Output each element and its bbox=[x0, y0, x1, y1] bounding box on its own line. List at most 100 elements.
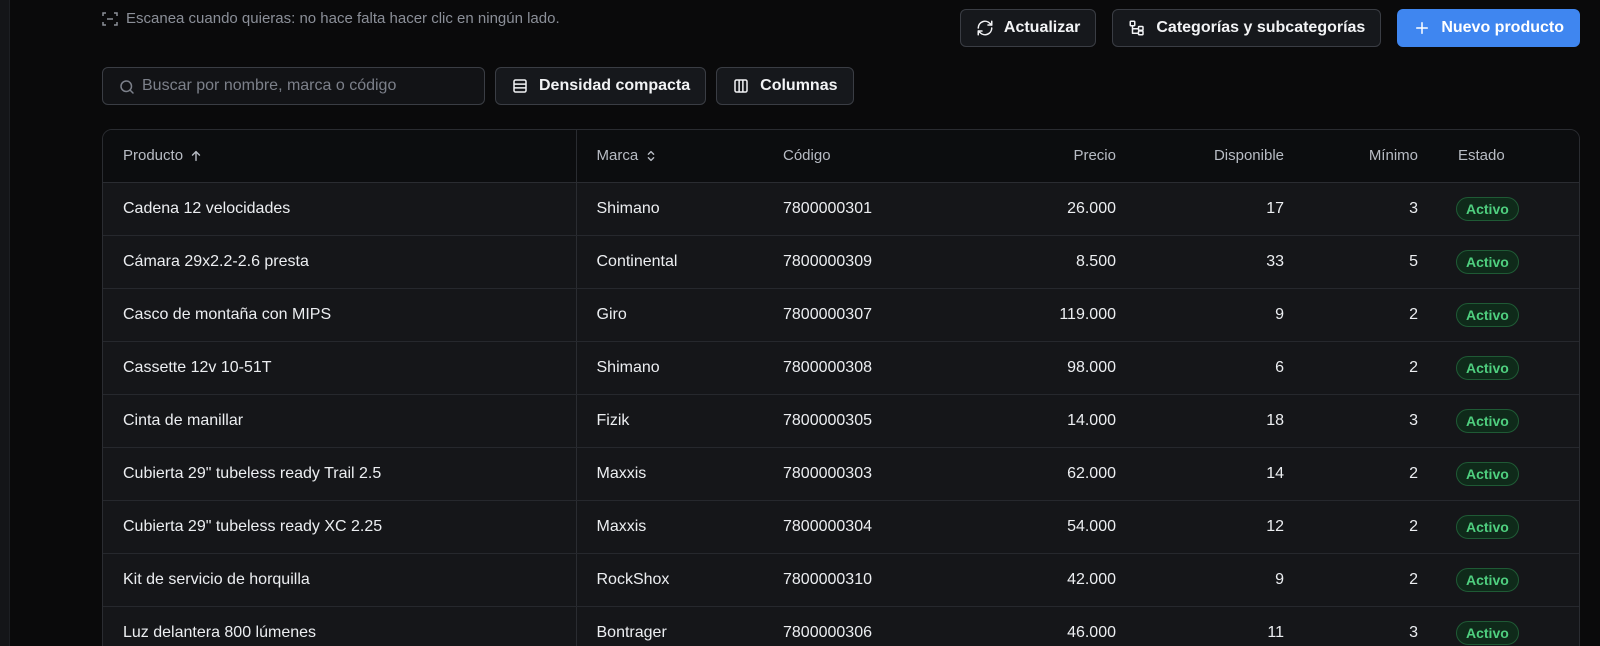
status-badge: Activo bbox=[1456, 302, 1519, 327]
categories-label: Categorías y subcategorías bbox=[1156, 19, 1366, 36]
header-brand-label: Marca bbox=[596, 147, 639, 165]
cell-available: 33 bbox=[1134, 235, 1302, 289]
cell-minimum: 3 bbox=[1302, 606, 1436, 646]
cell-price: 26.000 bbox=[950, 182, 1134, 236]
cell-code: 7800000308 bbox=[763, 341, 950, 395]
cell-status: Activo bbox=[1436, 288, 1579, 342]
cell-status: Activo bbox=[1436, 235, 1579, 289]
columns-icon bbox=[734, 79, 748, 93]
chevron-up-down-icon bbox=[647, 150, 655, 161]
cell-code: 7800000304 bbox=[763, 500, 950, 554]
cell-status: Activo bbox=[1436, 394, 1579, 448]
cell-code: 7800000309 bbox=[763, 235, 950, 289]
new-product-button[interactable]: Nuevo producto bbox=[1397, 9, 1580, 47]
status-badge: Activo bbox=[1456, 620, 1519, 645]
cell-brand: Continental bbox=[576, 235, 763, 289]
cell-product: Luz delantera 800 lúmenes bbox=[103, 606, 577, 646]
table-row[interactable]: Casco de montaña con MIPS Giro 7800000307 1… bbox=[103, 288, 1579, 342]
cell-price: 46.000 bbox=[950, 606, 1134, 646]
cell-status: Activo bbox=[1436, 553, 1579, 607]
cell-product: Kit de servicio de horquilla bbox=[103, 553, 577, 607]
cell-minimum: 2 bbox=[1302, 288, 1436, 342]
status-badge: Activo bbox=[1456, 249, 1519, 274]
cell-code: 7800000303 bbox=[763, 447, 950, 501]
table-toolbar: Densidad compacta Columnas bbox=[102, 67, 854, 105]
cell-minimum: 2 bbox=[1302, 341, 1436, 395]
cell-price: 98.000 bbox=[950, 341, 1134, 395]
density-button[interactable]: Densidad compacta bbox=[495, 67, 707, 105]
cell-available: 14 bbox=[1134, 447, 1302, 501]
cell-status: Activo bbox=[1436, 182, 1579, 236]
cell-available: 11 bbox=[1134, 606, 1302, 646]
columns-button[interactable]: Columnas bbox=[716, 67, 854, 105]
refresh-button[interactable]: Actualizar bbox=[959, 9, 1097, 47]
table-row[interactable]: Cámara 29x2.2-2.6 presta Continental 78000… bbox=[103, 235, 1579, 289]
table-header-row: Producto Marca Código Precio Disponible … bbox=[103, 130, 1579, 183]
cell-minimum: 3 bbox=[1302, 394, 1436, 448]
table-row[interactable]: Cubierta 29" tubeless ready Trail 2.5 Max… bbox=[103, 447, 1579, 501]
table-row[interactable]: Kit de servicio de horquilla RockShox 7800… bbox=[103, 553, 1579, 607]
refresh-label: Actualizar bbox=[1003, 19, 1081, 36]
cell-minimum: 2 bbox=[1302, 447, 1436, 501]
cell-product: Cassette 12v 10-51T bbox=[103, 341, 577, 395]
status-badge: Activo bbox=[1456, 461, 1519, 486]
table-row[interactable]: Cubierta 29" tubeless ready XC 2.25 Maxxi… bbox=[103, 500, 1579, 554]
cell-brand: Shimano bbox=[576, 341, 763, 395]
cell-status: Activo bbox=[1436, 447, 1579, 501]
category-tree-icon bbox=[1129, 20, 1145, 36]
header-minimum[interactable]: Mínimo bbox=[1302, 130, 1436, 183]
table-body: Cadena 12 velocidades Shimano 7800000301 26… bbox=[103, 182, 1579, 646]
cell-brand: Bontrager bbox=[576, 606, 763, 646]
cell-brand: Maxxis bbox=[576, 500, 763, 554]
cell-price: 54.000 bbox=[950, 500, 1134, 554]
cell-minimum: 2 bbox=[1302, 500, 1436, 554]
status-badge: Activo bbox=[1456, 355, 1519, 380]
status-badge: Activo bbox=[1456, 196, 1519, 221]
categories-button[interactable]: Categorías y subcategorías bbox=[1112, 9, 1382, 47]
header-code[interactable]: Código bbox=[763, 130, 950, 183]
cell-available: 6 bbox=[1134, 341, 1302, 395]
cell-price: 42.000 bbox=[950, 553, 1134, 607]
search-input[interactable] bbox=[103, 68, 484, 104]
scan-icon bbox=[102, 11, 118, 26]
table-row[interactable]: Cassette 12v 10-51T Shimano 7800000308 98.0… bbox=[103, 341, 1579, 395]
cell-product: Cinta de manillar bbox=[103, 394, 577, 448]
cell-brand: Shimano bbox=[576, 182, 763, 236]
top-actions: Actualizar Categorías y subcategorías Nu… bbox=[959, 9, 1580, 47]
header-status[interactable]: Estado bbox=[1436, 130, 1579, 183]
table-row[interactable]: Luz delantera 800 lúmenes Bontrager 780000… bbox=[103, 606, 1579, 646]
cell-code: 7800000310 bbox=[763, 553, 950, 607]
cell-status: Activo bbox=[1436, 341, 1579, 395]
cell-brand: Maxxis bbox=[576, 447, 763, 501]
cell-status: Activo bbox=[1436, 606, 1579, 646]
table-row[interactable]: Cadena 12 velocidades Shimano 7800000301 26… bbox=[103, 182, 1579, 236]
arrow-up-icon bbox=[191, 150, 201, 161]
cell-available: 18 bbox=[1134, 394, 1302, 448]
cell-available: 9 bbox=[1134, 553, 1302, 607]
cell-available: 12 bbox=[1134, 500, 1302, 554]
sidebar-edge bbox=[0, 0, 10, 646]
new-product-label: Nuevo producto bbox=[1441, 19, 1564, 36]
cell-product: Cubierta 29" tubeless ready Trail 2.5 bbox=[103, 447, 577, 501]
inventory-page: Escanea cuando quieras: no hace falta ha… bbox=[0, 0, 1600, 646]
density-label: Densidad compacta bbox=[539, 77, 691, 94]
header-price[interactable]: Precio bbox=[950, 130, 1134, 183]
rows-icon bbox=[513, 79, 527, 93]
cell-available: 9 bbox=[1134, 288, 1302, 342]
cell-product: Cubierta 29" tubeless ready XC 2.25 bbox=[103, 500, 577, 554]
status-badge: Activo bbox=[1456, 567, 1519, 592]
cell-status: Activo bbox=[1436, 500, 1579, 554]
header-brand[interactable]: Marca bbox=[576, 130, 763, 183]
cell-minimum: 5 bbox=[1302, 235, 1436, 289]
columns-label: Columnas bbox=[760, 77, 838, 94]
table-row[interactable]: Cinta de manillar Fizik 7800000305 14.000 18… bbox=[103, 394, 1579, 448]
products-table: Producto Marca Código Precio Disponible … bbox=[102, 129, 1580, 646]
cell-code: 7800000301 bbox=[763, 182, 950, 236]
cell-product: Casco de montaña con MIPS bbox=[103, 288, 577, 342]
cell-brand: Fizik bbox=[576, 394, 763, 448]
cell-product: Cadena 12 velocidades bbox=[103, 182, 577, 236]
cell-available: 17 bbox=[1134, 182, 1302, 236]
cell-brand: Giro bbox=[576, 288, 763, 342]
header-product[interactable]: Producto bbox=[103, 130, 577, 183]
header-available[interactable]: Disponible bbox=[1134, 130, 1302, 183]
